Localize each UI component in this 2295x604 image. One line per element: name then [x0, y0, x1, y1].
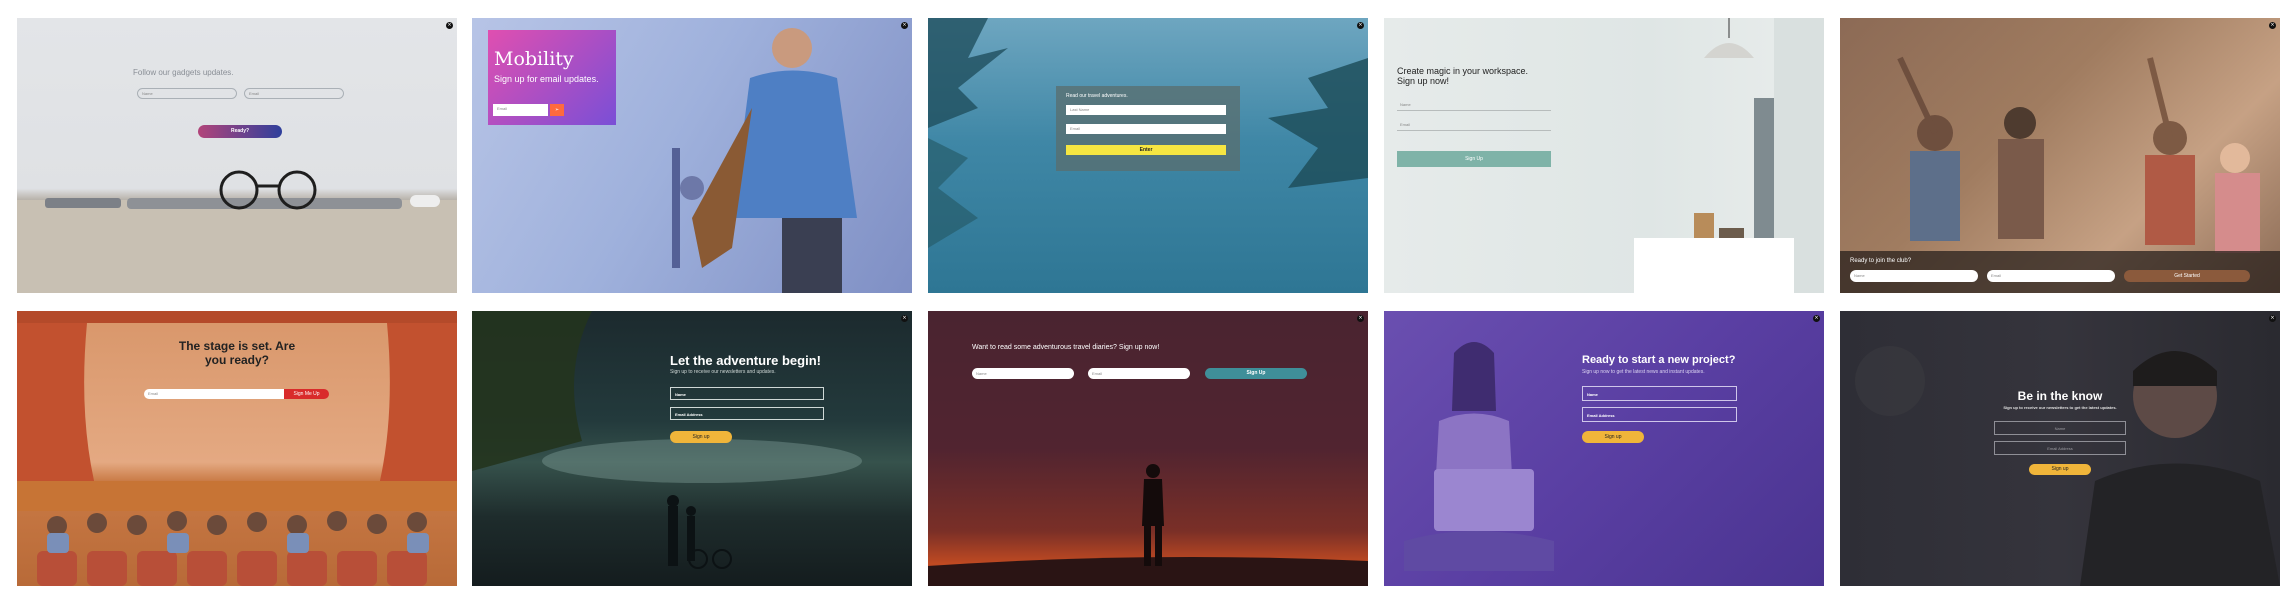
sunset-silhouette-photo — [928, 464, 1368, 586]
desk-illustration — [17, 170, 457, 293]
know-subheading: Sign up to receive our newsletters to ge… — [2003, 405, 2117, 410]
email-field[interactable] — [1397, 130, 1551, 131]
room-photo — [1634, 18, 1824, 293]
template-gallery: × Follow our gadgets updates. Name Email… — [0, 0, 2295, 604]
club-heading: Ready to join the club? — [1850, 258, 1912, 264]
adventure-subheading: Sign up to receive our newsletters and u… — [670, 369, 776, 375]
workspace-card: × Create magic in your workspace. Sign u… — [1384, 18, 1824, 293]
project-card: × Ready to start a new project? Sign up … — [1384, 311, 1824, 586]
adventure-card: × Let the adventure begin! Sign up to re… — [472, 311, 912, 586]
stage-heading-1: The stage is set. Are — [178, 339, 296, 353]
travel-form-card: × Read our travel adventures. Last Name … — [928, 18, 1368, 293]
man-with-phone-photo — [672, 28, 857, 293]
name-field[interactable]: Name — [1994, 421, 2126, 435]
mobility-card: × Mobility Sign up for email updates. Em… — [472, 18, 912, 293]
stage-heading-2: you ready? — [204, 353, 270, 367]
travel-heading: Read our travel adventures. — [1066, 93, 1128, 99]
project-heading: Ready to start a new project? — [1582, 354, 1736, 366]
sign-up-button[interactable]: Sign up — [1582, 431, 1644, 443]
project-subheading: Sign up now to get the latest news and i… — [1582, 369, 1705, 375]
email-field[interactable]: Email — [1088, 368, 1190, 379]
mobility-panel: Mobility Sign up for email updates. Emai… — [488, 30, 616, 125]
know-heading: Be in the know — [2017, 389, 2103, 403]
diaries-heading: Want to read some adventurous travel dia… — [972, 344, 1160, 351]
sign-up-button[interactable]: Sign Up — [1397, 151, 1551, 167]
workspace-heading-1: Create magic in your workspace. — [1397, 66, 1529, 76]
email-field[interactable]: Email Address — [670, 407, 824, 420]
name-field[interactable]: Name — [1850, 270, 1978, 282]
email-field[interactable]: Email — [1987, 270, 2115, 282]
name-field[interactable]: Name — [972, 368, 1074, 379]
close-icon[interactable]: × — [446, 22, 453, 29]
club-card: × Ready to join the club? Name Email Get… — [1840, 18, 2280, 293]
workspace-heading-2: Sign up now! — [1397, 76, 1450, 86]
know-card: × Be in the know Sign up to receive our … — [1840, 311, 2280, 586]
club-form-bar: Ready to join the club? Name Email Get S… — [1840, 251, 2280, 293]
stage-card: × The stage is set. Are you rea — [17, 311, 457, 586]
email-field[interactable]: Email Address — [1994, 441, 2126, 455]
submit-arrow-button[interactable]: ➢ — [550, 104, 564, 116]
travel-form-panel: Read our travel adventures. Last Name Em… — [1056, 86, 1240, 171]
adventure-heading: Let the adventure begin! — [670, 353, 821, 368]
name-field[interactable]: Name — [137, 88, 237, 99]
get-started-button[interactable]: Get Started — [2124, 270, 2250, 282]
ready-button[interactable]: Ready? — [198, 125, 282, 138]
sign-up-button[interactable]: Sign up — [2029, 464, 2091, 475]
name-field[interactable]: Name — [670, 387, 824, 400]
sign-up-button[interactable]: Sign Up — [1205, 368, 1307, 379]
gadgets-heading: Follow our gadgets updates. — [133, 68, 234, 77]
name-field[interactable]: Last Name — [1066, 105, 1226, 115]
sign-up-button[interactable]: Sign up — [670, 431, 732, 443]
email-field[interactable]: Email — [1066, 124, 1226, 134]
name-field[interactable] — [1397, 110, 1551, 111]
enter-button[interactable]: Enter — [1066, 145, 1226, 155]
diaries-card: × Want to read some adventurous travel d… — [928, 311, 1368, 586]
gadgets-card: × Follow our gadgets updates. Name Email… — [17, 18, 457, 293]
email-field[interactable]: Email — [144, 389, 284, 399]
email-field[interactable]: Email Address — [1582, 407, 1737, 422]
mobility-subtitle: Sign up for email updates. — [494, 74, 599, 84]
email-field[interactable]: Email — [244, 88, 344, 99]
name-label: Name — [1400, 102, 1411, 107]
email-field[interactable]: Email — [493, 104, 548, 116]
woman-with-laptop-photo — [1404, 342, 1554, 571]
mobility-title: Mobility — [494, 48, 574, 70]
email-label: Email — [1400, 122, 1411, 127]
name-field[interactable]: Name — [1582, 386, 1737, 401]
sign-me-up-button[interactable]: Sign Me Up — [284, 389, 329, 399]
